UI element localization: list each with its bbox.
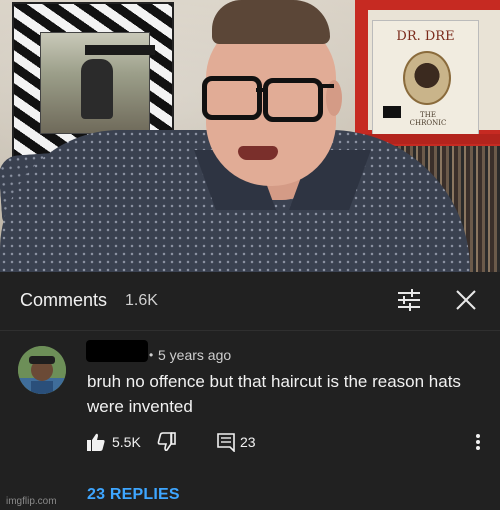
redacted-username: [86, 340, 148, 362]
comments-title: Comments: [20, 290, 108, 310]
glasses-lens-right: [263, 78, 323, 122]
glasses-arm: [318, 84, 334, 88]
framed-photo-label: [85, 45, 155, 55]
video-frame[interactable]: DR. DRE THE CHRONIC: [0, 0, 500, 272]
close-icon[interactable]: [454, 288, 478, 312]
person-hair: [212, 0, 330, 44]
separator-dot: •: [149, 348, 154, 362]
reply-count: 23: [240, 434, 256, 450]
imgflip-watermark: imgflip.com: [6, 496, 57, 507]
album-subtitle: THE CHRONIC: [409, 111, 447, 127]
filter-sliders-icon[interactable]: [396, 288, 422, 312]
framed-photo: [40, 32, 155, 134]
framed-photo-person: [81, 59, 113, 119]
glasses-lens-left: [202, 76, 262, 120]
album-portrait: [403, 51, 451, 105]
comment-text: bruh no offence but that haircut is the …: [87, 372, 461, 416]
comment-timestamp[interactable]: 5 years ago: [158, 347, 231, 363]
thumbs-up-icon[interactable]: [86, 432, 106, 452]
comments-count: 1.6K: [125, 292, 158, 309]
reply-comment-icon[interactable]: [216, 432, 236, 453]
like-count: 5.5K: [112, 434, 141, 450]
comment-actions: 5.5K 23: [86, 432, 486, 456]
album-title: DR. DRE: [396, 29, 455, 44]
avatar[interactable]: [18, 346, 66, 394]
more-vertical-icon[interactable]: [474, 432, 482, 452]
thumbs-down-icon[interactable]: [156, 432, 176, 452]
person-mouth: [238, 146, 278, 160]
album-cover: DR. DRE THE CHRONIC: [372, 20, 479, 137]
view-replies-button[interactable]: 23 REPLIES: [87, 486, 180, 504]
glasses-bridge: [256, 88, 268, 92]
album-badge: [383, 106, 401, 118]
